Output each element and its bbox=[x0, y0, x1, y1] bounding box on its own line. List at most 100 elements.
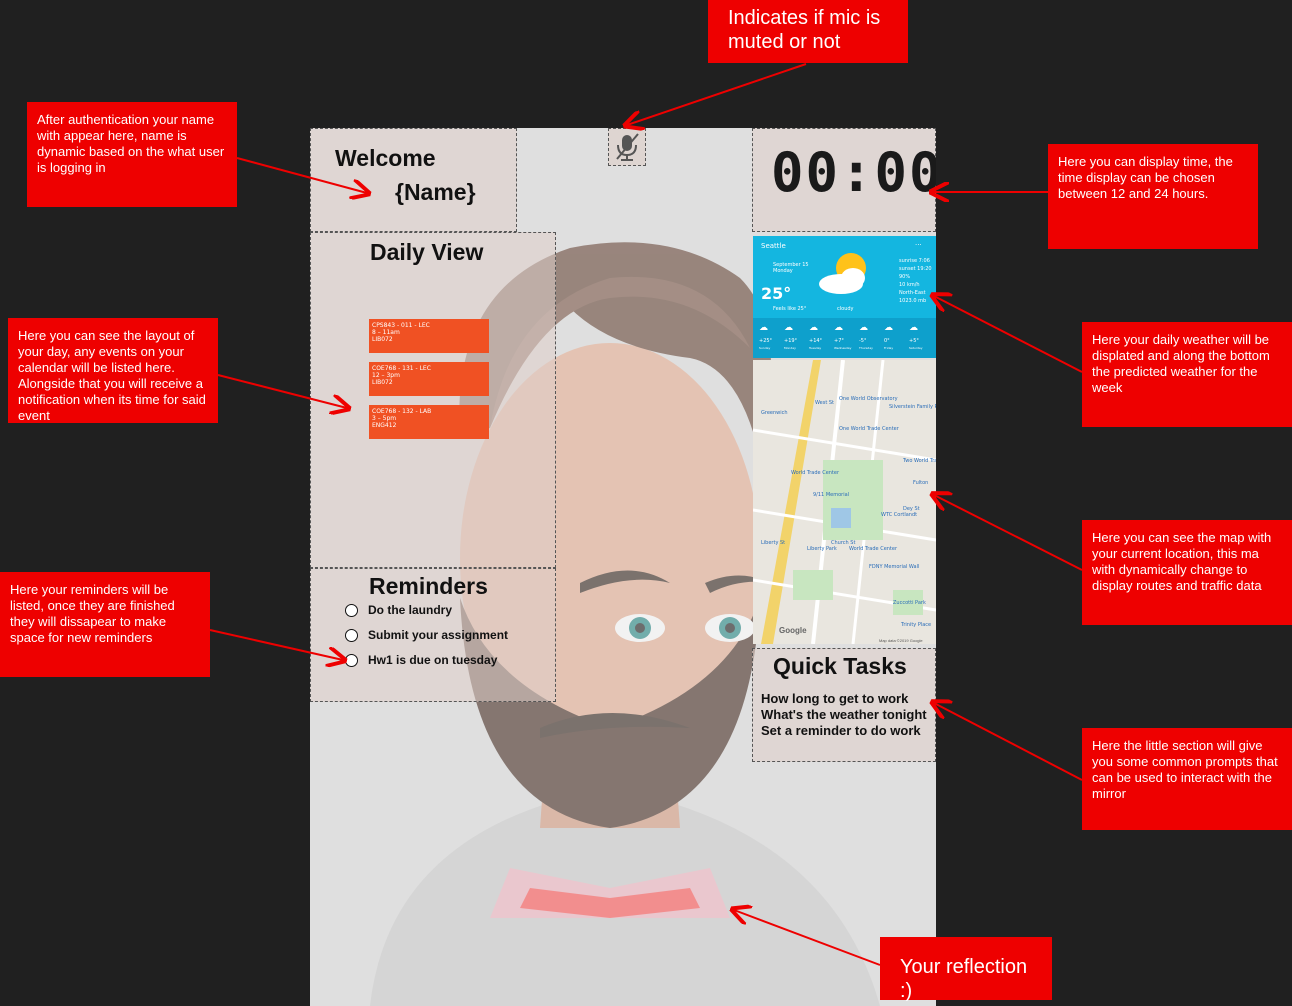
time-annotation: Here you can display time, the time disp… bbox=[1048, 144, 1258, 249]
forecast-row: ☁ +25° Sunday ☁ +19° Monday ☁ +14° Tuesday ☁ +7° We… bbox=[753, 318, 936, 358]
forecast-cloud-icon: ☁ bbox=[759, 323, 768, 333]
weather-condition: cloudy bbox=[837, 306, 854, 312]
map-label: Trinity Place bbox=[901, 622, 932, 628]
map-widget[interactable]: One World Observatory One World Trade Cen… bbox=[753, 360, 936, 644]
reminders-annotation: Here your reminders will be listed, once… bbox=[0, 572, 210, 677]
weather-city: Seattle bbox=[761, 242, 786, 250]
forecast-day: Wednesday bbox=[834, 346, 852, 350]
daily-annotation: Here you can see the layout of your day,… bbox=[8, 318, 218, 423]
mirror-screen: Welcome {Name} 00:00 Daily View CPS843 -… bbox=[310, 128, 936, 1006]
map-credit: Map data ©2019 Google bbox=[879, 638, 923, 643]
forecast-temp: +7° bbox=[834, 338, 844, 344]
forecast-cloud-icon: ☁ bbox=[909, 323, 918, 333]
forecast-cloud-icon: ☁ bbox=[884, 323, 893, 333]
map-label: West St bbox=[815, 400, 835, 406]
event-code: CPS843 - 011 - LEC bbox=[372, 322, 430, 329]
google-logo: Google bbox=[779, 626, 807, 635]
user-name: {Name} bbox=[395, 179, 476, 205]
forecast-day: Friday bbox=[884, 346, 894, 350]
calendar-event[interactable]: COE768 - 132 - LAB 3 – 5pm ENG412 bbox=[369, 405, 489, 439]
forecast-temp: -5° bbox=[859, 338, 867, 344]
map-label: One World Observatory bbox=[839, 396, 898, 402]
map-label: WTC Cortlandt bbox=[881, 512, 918, 518]
forecast-cloud-icon: ☁ bbox=[809, 323, 818, 333]
reminder-label: Hw1 is due on tuesday bbox=[368, 653, 498, 667]
map-label: Church St bbox=[831, 540, 856, 546]
quick-tasks-panel: Quick Tasks How long to get to work What… bbox=[752, 648, 936, 762]
quick-task-item[interactable]: How long to get to work bbox=[761, 691, 908, 706]
mic-muted-icon bbox=[616, 133, 639, 161]
map-label: Silverstein Family Park bbox=[889, 404, 936, 410]
reminders-title: Reminders bbox=[369, 573, 488, 599]
more-icon[interactable]: ··· bbox=[915, 241, 922, 249]
weather-detail: sunset 19:20 bbox=[899, 266, 932, 272]
forecast-temp: +5° bbox=[909, 338, 919, 344]
event-code: COE768 - 132 - LAB bbox=[372, 408, 432, 415]
forecast-cloud-icon: ☁ bbox=[784, 323, 793, 333]
event-room: ENG412 bbox=[372, 422, 397, 429]
weather-detail: 90% bbox=[899, 274, 911, 280]
event-time: 8 – 11am bbox=[372, 329, 400, 336]
reflection-annotation: Your reflection :) bbox=[880, 937, 1052, 1002]
reminder-item[interactable]: Do the laundry bbox=[345, 603, 452, 617]
forecast-strip: ☁ +25° Sunday ☁ +19° Monday ☁ +14° Tuesday ☁ +7° We… bbox=[753, 318, 936, 358]
map-label: Liberty St bbox=[761, 540, 786, 546]
reminder-label: Submit your assignment bbox=[368, 628, 509, 642]
map-label: Greenwich bbox=[761, 410, 788, 416]
mic-muted-button[interactable] bbox=[608, 128, 646, 166]
forecast-day: Thursday bbox=[859, 346, 873, 350]
welcome-panel: Welcome {Name} bbox=[310, 128, 517, 232]
reminder-item[interactable]: Hw1 is due on tuesday bbox=[345, 653, 497, 667]
name-annotation: After authentication your name with appe… bbox=[27, 102, 237, 207]
map-label: Two World Trade bbox=[903, 458, 936, 464]
tasks-annotation: Here the little section will give you so… bbox=[1082, 728, 1292, 830]
map-label: Fulton bbox=[913, 480, 929, 486]
daily-view-title: Daily View bbox=[370, 239, 484, 265]
forecast-temp: +19° bbox=[784, 338, 798, 344]
forecast-temp: 0° bbox=[884, 338, 890, 344]
forecast-day: Saturday bbox=[909, 346, 923, 350]
forecast-temp: +14° bbox=[809, 338, 823, 344]
map-label: FDNY Memorial Wall bbox=[869, 564, 920, 570]
daily-view-panel: Daily View CPS843 - 011 - LEC 8 – 11am L… bbox=[310, 232, 556, 568]
quick-task-item[interactable]: What's the weather tonight bbox=[761, 707, 927, 722]
weather-detail: 1023.0 mb bbox=[899, 298, 927, 304]
weather-day: Monday bbox=[773, 268, 793, 274]
forecast-cloud-icon: ☁ bbox=[834, 323, 843, 333]
weather-annotation: Here your daily weather will be displate… bbox=[1082, 322, 1292, 427]
calendar-event[interactable]: COE768 - 131 - LEC 12 – 3pm LIB072 bbox=[369, 362, 489, 396]
quick-tasks-title: Quick Tasks bbox=[773, 653, 907, 679]
calendar-event[interactable]: CPS843 - 011 - LEC 8 – 11am LIB072 bbox=[369, 319, 489, 353]
event-room: LIB072 bbox=[372, 379, 393, 386]
weather-detail: North-East bbox=[899, 290, 926, 296]
mic-annotation: Indicates if mic is muted or not bbox=[708, 0, 908, 63]
event-room: LIB072 bbox=[372, 336, 393, 343]
clock-panel: 00:00 bbox=[752, 128, 936, 232]
reminder-checkbox[interactable] bbox=[345, 653, 358, 667]
forecast-temp: +25° bbox=[759, 338, 773, 344]
event-time: 12 – 3pm bbox=[372, 372, 400, 379]
weather-widget: Seattle ··· September 15 Monday 25° Feel… bbox=[753, 236, 936, 358]
weather-detail: 10 km/h bbox=[899, 282, 920, 288]
event-code: COE768 - 131 - LEC bbox=[372, 365, 431, 372]
clock-time: 00:00 bbox=[771, 141, 936, 204]
map-label: Zuccotti Park bbox=[893, 600, 926, 606]
map-label: World Trade Center bbox=[791, 470, 840, 476]
map-label: World Trade Center bbox=[849, 546, 898, 552]
reminder-checkbox[interactable] bbox=[345, 628, 358, 642]
reminder-item[interactable]: Submit your assignment bbox=[345, 628, 508, 642]
reminder-label: Do the laundry bbox=[368, 603, 453, 617]
forecast-day: Monday bbox=[784, 346, 796, 350]
quick-task-item[interactable]: Set a reminder to do work bbox=[761, 723, 921, 738]
welcome-title: Welcome bbox=[335, 145, 436, 171]
map-annotation: Here you can see the map with your curre… bbox=[1082, 520, 1292, 625]
map-label: Dey St bbox=[903, 506, 920, 512]
weather-temp: 25° bbox=[761, 284, 792, 303]
forecast-day: Tuesday bbox=[809, 346, 822, 350]
reminder-checkbox[interactable] bbox=[345, 603, 358, 617]
forecast-day: Sunday bbox=[759, 346, 771, 350]
event-time: 3 – 5pm bbox=[372, 415, 397, 422]
sun-cloud-icon bbox=[819, 253, 866, 294]
map-label: One World Trade Center bbox=[839, 426, 899, 432]
weather-detail: sunrise 7:06 bbox=[899, 258, 930, 264]
